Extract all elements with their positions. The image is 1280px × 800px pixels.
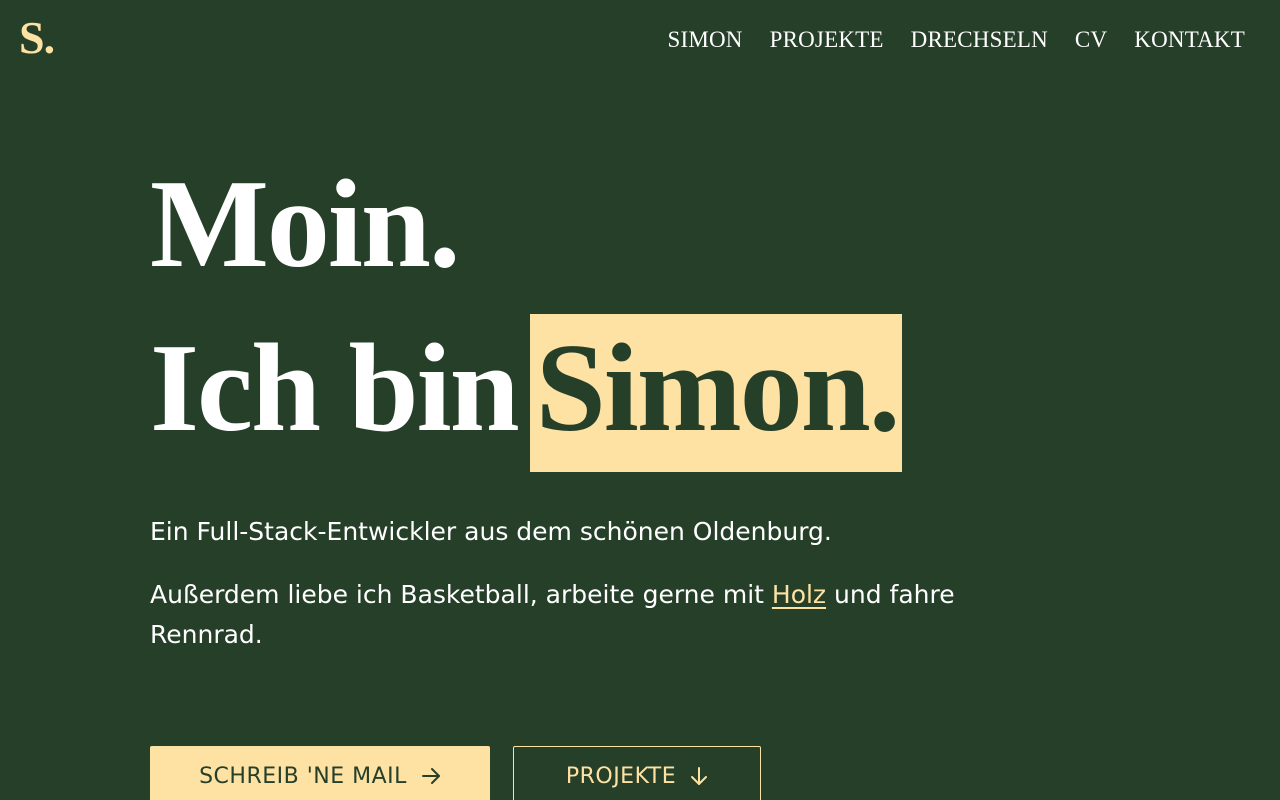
main-nav: SIMON PROJEKTE DRECHSELN CV KONTAKT	[667, 24, 1245, 56]
hero-intro-prefix: Ich bin	[150, 319, 520, 458]
nav-item-drechseln[interactable]: DRECHSELN	[911, 24, 1048, 56]
nav-item-simon[interactable]: SIMON	[667, 24, 742, 56]
nav-item-projekte[interactable]: PROJEKTE	[770, 24, 884, 56]
hero-intro: Ich bin Simon.	[150, 314, 903, 472]
holz-link[interactable]: Holz	[772, 580, 826, 609]
logo[interactable]: S.	[19, 8, 55, 68]
projects-button-label: PROJEKTE	[565, 763, 677, 789]
nav-item-cv[interactable]: CV	[1075, 24, 1107, 56]
projects-button[interactable]: PROJEKTE	[513, 746, 761, 800]
hero-lead: Ein Full-Stack-Entwickler aus dem schöne…	[150, 517, 832, 546]
mail-button-label: SCHREIB 'NE MAIL	[199, 763, 407, 789]
arrow-right-icon	[421, 767, 441, 785]
hero-greeting: Moin.	[150, 155, 461, 294]
arrow-down-icon	[690, 766, 708, 786]
nav-item-kontakt[interactable]: KONTAKT	[1134, 24, 1245, 56]
mail-button[interactable]: SCHREIB 'NE MAIL	[150, 746, 490, 800]
hero-sub-before: Außerdem liebe ich Basketball, arbeite g…	[150, 580, 772, 609]
hero-name-highlight: Simon.	[529, 314, 903, 472]
hero-sub: Außerdem liebe ich Basketball, arbeite g…	[150, 575, 1050, 655]
